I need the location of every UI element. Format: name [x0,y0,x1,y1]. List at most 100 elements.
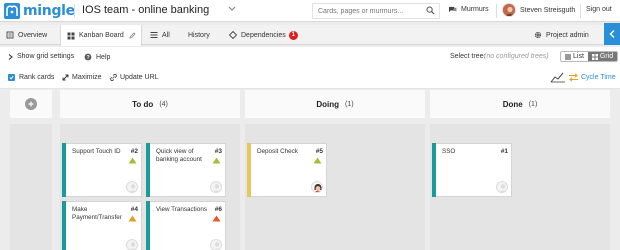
help-icon: ? [84,53,92,61]
collapse-sidebar-button[interactable] [604,23,620,45]
list-view-button[interactable]: List [561,52,588,61]
user-name: Steven Streisguth [520,6,576,14]
view-toggle: List Grid [560,51,619,62]
priority-low-icon [212,157,221,164]
add-column-button[interactable] [10,90,52,118]
murmurs-label: Murmurs [461,6,489,13]
murmurs-button[interactable]: Murmurs [448,6,489,13]
card[interactable]: SSO #1 [432,143,512,197]
grid-view-label: Grid [599,53,614,60]
list-icon [150,31,158,39]
tab-dependencies[interactable]: Dependencies 1 [229,25,298,45]
card-number[interactable]: #2 [131,148,138,155]
rank-cards-label: Rank cards [19,74,55,81]
cycle-time-button[interactable]: Cycle Time [550,71,616,83]
select-tree-label: Select tree: [450,53,486,60]
tree-select[interactable]: (no configured trees) [484,53,549,60]
card[interactable]: Support Touch ID #2 [62,143,142,197]
column-header-done[interactable]: Done (1) [430,90,610,118]
card-number[interactable]: #5 [316,148,323,155]
card-color-bar [146,143,150,197]
avatar[interactable] [496,181,508,193]
swimlane-header [10,124,52,250]
priority-low-icon [128,157,137,164]
card-name: View Transactions [156,206,207,213]
user-menu[interactable]: Steven Streisguth [502,3,575,17]
tab-label: All [162,31,170,39]
card-color-bar [247,143,251,197]
card-name: Make Payment/Transfer [72,206,122,221]
column-header-doing[interactable]: Doing (1) [245,90,425,118]
tab-label: Overview [18,31,48,39]
chevron-right-icon [8,53,13,60]
card-name: Deposit Check [257,148,298,155]
card-number[interactable]: #3 [215,148,222,155]
list-view-label: List [573,53,584,60]
search-icon[interactable] [426,6,435,17]
grid-icon [591,53,598,60]
checkbox-icon[interactable] [8,74,15,81]
tab-label: Dependencies [241,31,286,39]
avatar[interactable] [126,239,138,250]
project-admin-label: Project admin [546,31,589,39]
show-grid-settings-button[interactable]: Show grid settings [8,53,74,60]
card[interactable]: View Transactions #6 [146,201,226,250]
signout-link[interactable]: Sign out [586,6,612,13]
divider [580,4,581,18]
mingle-logo[interactable]: mingle [4,3,75,19]
chevron-left-icon [609,30,615,38]
rank-cards-toggle[interactable]: Rank cards [8,74,54,81]
avatar[interactable] [210,239,222,250]
column-count: (4) [159,100,168,108]
toolbar-row: Rank cards Maximize Update URL Cycle Tim… [0,67,620,89]
column-title: Done [502,99,523,109]
project-admin-link[interactable]: Project admin [534,25,589,45]
search-box [312,3,440,19]
card-number[interactable]: #1 [501,148,508,155]
kanban-board: To do (4) Doing (1) Done (1) Support Tou… [0,90,620,250]
priority-high-icon [212,215,221,222]
dependencies-badge: 1 [288,30,298,40]
chat-icon [449,6,457,13]
column-header-todo[interactable]: To do (4) [60,90,240,118]
dependencies-icon [229,31,237,39]
card-number[interactable]: #6 [215,206,222,213]
tab-overview[interactable]: Overview [6,25,47,45]
help-button[interactable]: ? Help [84,53,110,61]
priority-medium-icon [128,215,137,222]
line-chart-icon [550,72,565,83]
avatar[interactable] [126,181,138,193]
update-url-button[interactable]: Update URL [110,74,159,81]
column-count: (1) [528,100,538,108]
tab-all[interactable]: All [150,25,170,45]
priority-low-icon [313,157,322,164]
column-count: (1) [345,100,354,108]
grid-view-button[interactable]: Grid [587,52,618,61]
grid-icon [67,32,75,40]
avatar[interactable] [210,181,222,193]
search-input[interactable] [313,4,421,18]
card-number[interactable]: #4 [131,206,138,213]
chevron-down-icon[interactable] [228,5,236,14]
card[interactable]: Make Payment/Transfer #4 [62,201,142,250]
update-url-label: Update URL [120,74,159,81]
card-name: SSO [442,148,456,155]
toolbar-row: Show grid settings ? Help Select tree: (… [0,47,620,67]
maximize-button[interactable]: Maximize [62,74,102,81]
avatar[interactable] [311,181,323,193]
card[interactable]: Deposit Check #5 [247,143,327,197]
help-label: Help [96,53,111,61]
tab-kanban-board[interactable]: Kanban Board [60,25,142,46]
overview-icon [6,31,14,39]
card[interactable]: Quick view of banking account #3 [146,143,226,197]
pencil-icon[interactable] [129,32,136,39]
tab-history[interactable]: History [188,25,210,45]
cycle-time-label: Cycle Time [581,73,616,81]
show-grid-settings-label: Show grid settings [17,53,75,60]
plus-icon [25,98,37,110]
logo-text: mingle [23,3,75,19]
project-title[interactable]: IOS team - online banking [82,4,209,16]
card-color-bar [62,143,66,197]
tab-bar: Overview Kanban Board All History Depend… [0,25,620,46]
tab-label: History [188,31,210,39]
